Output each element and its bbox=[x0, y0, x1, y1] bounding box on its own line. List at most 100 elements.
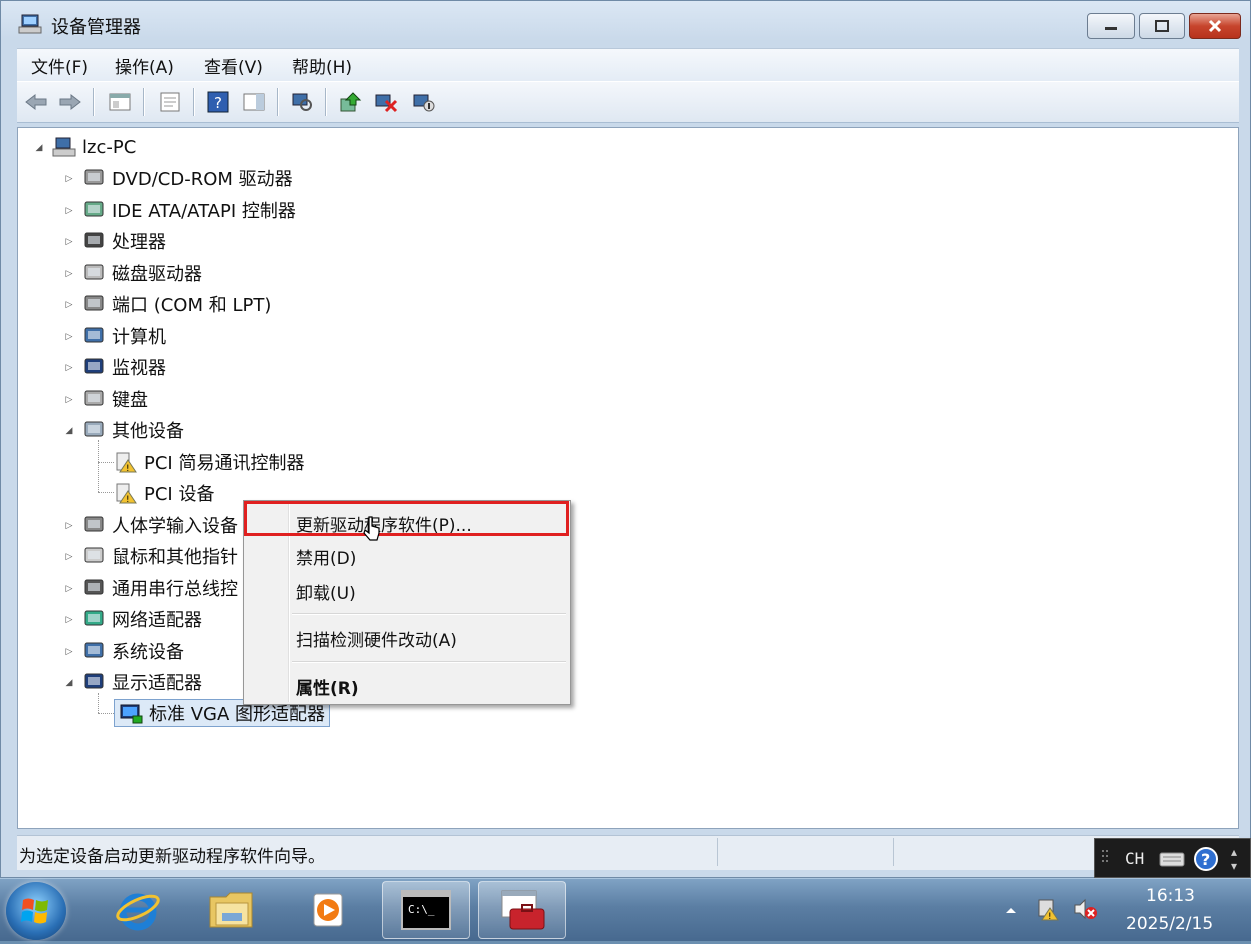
tree-item-8[interactable]: 其他设备 bbox=[82, 416, 184, 444]
expand-arrow-icon[interactable]: ▷ bbox=[64, 584, 74, 594]
title-bar[interactable]: 设备管理器 bbox=[1, 1, 1250, 49]
start-button[interactable] bbox=[6, 882, 66, 940]
expand-arrow-icon[interactable]: ▷ bbox=[64, 206, 74, 216]
command-prompt-icon: C:\_ bbox=[401, 890, 451, 930]
menu-file[interactable]: 文件(F) bbox=[31, 53, 88, 78]
minimize-icon bbox=[1105, 27, 1117, 30]
expand-arrow-icon[interactable]: ▷ bbox=[64, 174, 74, 184]
back-button[interactable] bbox=[23, 90, 49, 114]
tree-item-16[interactable]: 显示适配器 bbox=[82, 668, 202, 696]
tree-item-9[interactable]: ! PCI 简易通讯控制器 bbox=[114, 448, 304, 476]
tree-item-label: DVD/CD-ROM 驱动器 bbox=[112, 169, 293, 190]
expand-arrow-icon[interactable]: ▷ bbox=[64, 615, 74, 625]
taskbar-explorer[interactable] bbox=[188, 881, 276, 939]
tree-item-1[interactable]: IDE ATA/ATAPI 控制器 bbox=[82, 196, 296, 224]
tree-item-12[interactable]: 鼠标和其他指针 bbox=[82, 542, 238, 570]
clock-time[interactable]: 16:13 bbox=[1146, 886, 1195, 906]
help-icon[interactable]: ? bbox=[1193, 846, 1219, 872]
tree-item-4[interactable]: 端口 (COM 和 LPT) bbox=[82, 290, 271, 318]
svg-text:C:\_: C:\_ bbox=[408, 903, 435, 916]
close-icon bbox=[1208, 19, 1222, 33]
status-text: 为选定设备启动更新驱动程序软件向导。 bbox=[19, 847, 325, 867]
tree-item-10[interactable]: ! PCI 设备 bbox=[114, 479, 214, 507]
status-bar: 为选定设备启动更新驱动程序软件向导。 bbox=[17, 835, 1239, 870]
device-tree[interactable]: ◢ lzc-PC DVD/CD-ROM 驱动器 IDE ATA/ATAPI 控制器… bbox=[17, 127, 1239, 829]
close-button[interactable] bbox=[1189, 13, 1241, 39]
tree-item-label: PCI 设备 bbox=[144, 484, 215, 505]
language-bar[interactable]: CH ? ▴ ▾ bbox=[1094, 838, 1251, 878]
expand-arrow-icon[interactable]: ▷ bbox=[64, 269, 74, 279]
menu-view[interactable]: 查看(V) bbox=[204, 53, 263, 78]
tree-item-7[interactable]: 键盘 bbox=[82, 385, 148, 413]
tree-item-label: 鼠标和其他指针 bbox=[112, 547, 238, 568]
taskbar: C:\_ bbox=[0, 878, 1251, 941]
tree-item-11[interactable]: 人体学输入设备 bbox=[82, 511, 238, 539]
tree-item-5[interactable]: 计算机 bbox=[82, 322, 166, 350]
svg-text:!: ! bbox=[126, 495, 130, 504]
disable-device-button[interactable] bbox=[411, 90, 437, 114]
tree-item-3[interactable]: 磁盘驱动器 bbox=[82, 259, 202, 287]
tree-root[interactable]: lzc-PC bbox=[52, 133, 136, 161]
tree-item-13[interactable]: 通用串行总线控 bbox=[82, 574, 238, 602]
forward-button[interactable] bbox=[57, 90, 83, 114]
menu-properties[interactable]: 属性(R) bbox=[296, 674, 359, 699]
menu-action[interactable]: 操作(A) bbox=[115, 53, 174, 78]
language-indicator: CH bbox=[1125, 849, 1145, 868]
collapse-arrow-icon[interactable]: ◢ bbox=[64, 426, 74, 436]
minimize-button[interactable] bbox=[1087, 13, 1135, 39]
clock-date[interactable]: 2025/2/15 bbox=[1126, 914, 1213, 934]
mouse-icon bbox=[84, 547, 104, 563]
action-pane-button[interactable] bbox=[241, 90, 267, 114]
action-center-icon[interactable]: ! bbox=[1036, 896, 1062, 922]
collapse-arrow-icon[interactable]: ◢ bbox=[34, 143, 44, 153]
mouse-cursor-icon bbox=[363, 516, 380, 541]
usb-icon bbox=[84, 579, 104, 595]
tree-item-6[interactable]: 监视器 bbox=[82, 353, 166, 381]
expand-arrow-icon[interactable]: ▷ bbox=[64, 647, 74, 657]
tree-item-2[interactable]: 处理器 bbox=[82, 227, 166, 255]
taskbar-cmd[interactable]: C:\_ bbox=[382, 881, 470, 939]
other-devices-icon bbox=[84, 421, 104, 437]
expand-arrow-icon[interactable]: ▷ bbox=[64, 552, 74, 562]
toolbar: ? bbox=[17, 81, 1239, 123]
volume-muted-icon[interactable] bbox=[1072, 896, 1098, 922]
scan-hardware-button[interactable] bbox=[289, 90, 315, 114]
uninstall-button[interactable] bbox=[373, 90, 399, 114]
menu-uninstall[interactable]: 卸载(U) bbox=[296, 579, 356, 604]
tree-item-14[interactable]: 网络适配器 bbox=[82, 605, 202, 633]
keyboard-icon[interactable] bbox=[1159, 849, 1185, 869]
display-adapter-icon bbox=[84, 673, 104, 689]
maximize-button[interactable] bbox=[1139, 13, 1185, 39]
show-hidden-icons-icon[interactable] bbox=[1004, 905, 1018, 915]
expand-arrow-icon[interactable]: ▷ bbox=[64, 237, 74, 247]
taskbar-media-player[interactable] bbox=[284, 881, 372, 939]
taskbar-device-manager[interactable] bbox=[478, 881, 566, 939]
menu-help[interactable]: 帮助(H) bbox=[292, 53, 352, 78]
tree-item-label: 通用串行总线控 bbox=[112, 579, 238, 600]
update-driver-button[interactable] bbox=[337, 90, 363, 114]
hid-icon bbox=[84, 516, 104, 532]
options-arrow-icon[interactable]: ▴ ▾ bbox=[1231, 845, 1237, 873]
tree-item-0[interactable]: DVD/CD-ROM 驱动器 bbox=[82, 164, 293, 192]
svg-text:?: ? bbox=[1201, 850, 1210, 869]
system-device-icon bbox=[84, 642, 104, 658]
dvd-drive-icon bbox=[84, 169, 104, 185]
collapse-arrow-icon[interactable]: ◢ bbox=[64, 678, 74, 688]
expand-arrow-icon[interactable]: ▷ bbox=[64, 332, 74, 342]
menu-disable[interactable]: 禁用(D) bbox=[296, 544, 356, 569]
show-hide-tree-icon bbox=[109, 93, 131, 111]
expand-arrow-icon[interactable]: ▷ bbox=[64, 300, 74, 310]
taskbar-ie[interactable] bbox=[94, 881, 182, 939]
tree-item-label: 监视器 bbox=[112, 358, 166, 379]
tree-item-label: 系统设备 bbox=[112, 642, 184, 663]
svg-text:!: ! bbox=[1048, 912, 1052, 922]
show-hide-tree-button[interactable] bbox=[107, 90, 133, 114]
properties-button[interactable] bbox=[157, 90, 183, 114]
help-button[interactable]: ? bbox=[205, 90, 231, 114]
menu-scan-hardware[interactable]: 扫描检测硬件改动(A) bbox=[296, 626, 457, 651]
svg-text:?: ? bbox=[214, 94, 222, 112]
expand-arrow-icon[interactable]: ▷ bbox=[64, 395, 74, 405]
expand-arrow-icon[interactable]: ▷ bbox=[64, 521, 74, 531]
expand-arrow-icon[interactable]: ▷ bbox=[64, 363, 74, 373]
tree-item-15[interactable]: 系统设备 bbox=[82, 637, 184, 665]
